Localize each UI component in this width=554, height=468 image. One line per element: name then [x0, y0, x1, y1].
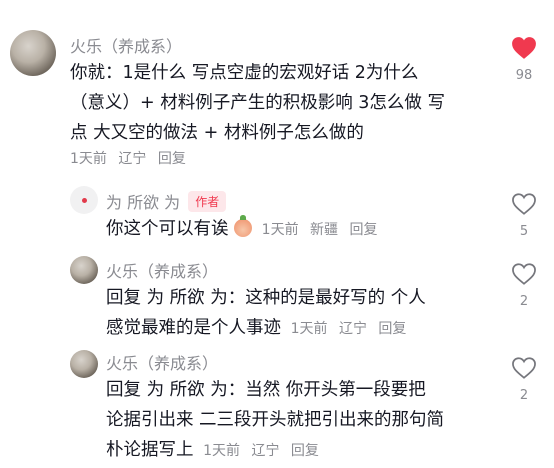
comment-line: （意义）+ 材料例子产生的积极影响 3怎么做 写 [70, 93, 445, 113]
avatar-dot [81, 197, 87, 203]
reply-time: 1天前 [261, 222, 299, 238]
like-control[interactable]: 98 [504, 36, 544, 83]
comment-meta: 1天前 辽宁 回复 [70, 148, 193, 168]
comment-text: 你就：1是什么 写点空虚的宏观好话 2为什么 （意义）+ 材料例子产生的积极影响… [70, 58, 500, 148]
reply-author[interactable]: 火乐（养成系） [106, 258, 218, 282]
reply-text: 回复 为 所欲 为：这种的是最好写的 个人 感觉最难的是个人事迹 1天前 辽宁 … [106, 283, 506, 344]
peach-emoji-icon [234, 215, 253, 237]
reply-line: 感觉最难的是个人事迹 1天前 辽宁 回复 [106, 313, 506, 344]
reply-button[interactable]: 回复 [378, 321, 406, 337]
heart-outline-icon[interactable] [511, 192, 537, 216]
avatar[interactable] [70, 186, 98, 214]
avatar[interactable] [10, 30, 56, 76]
comment-line: 你就：1是什么 写点空虚的宏观好话 2为什么 [70, 63, 419, 83]
like-control[interactable]: 5 [504, 192, 544, 239]
reply-author-name[interactable]: 为 所欲 为 [106, 193, 180, 212]
heart-outline-icon[interactable] [511, 356, 537, 380]
reply-button[interactable]: 回复 [349, 222, 377, 238]
reply-line: 你这个可以有诶 [106, 219, 229, 239]
author-badge: 作者 [188, 191, 227, 212]
reply-line: 论据引出来 二三段开头就把引出来的那句简 [106, 410, 445, 430]
comment-line: 点 大又空的做法 + 材料例子怎么做的 [70, 123, 364, 143]
reply-meta: 1天前 辽宁 回复 [203, 443, 326, 459]
reply-author[interactable]: 火乐（养成系） [106, 350, 218, 374]
reply-meta: 1天前 辽宁 回复 [291, 321, 414, 337]
reply-button[interactable]: 回复 [291, 443, 319, 459]
like-control[interactable]: 2 [504, 262, 544, 309]
like-count: 98 [515, 68, 533, 83]
like-control[interactable]: 2 [504, 356, 544, 403]
heart-filled-icon[interactable] [511, 36, 537, 60]
comment-time: 1天前 [70, 151, 107, 167]
reply-line: 回复 为 所欲 为：当然 你开头第一段要把 [106, 380, 426, 400]
reply-meta: 1天前 新疆 回复 [262, 222, 385, 238]
reply-time: 1天前 [290, 321, 328, 337]
like-count: 5 [519, 224, 529, 239]
reply-line: 回复 为 所欲 为：这种的是最好写的 个人 [106, 288, 426, 308]
comment-location: 辽宁 [118, 151, 147, 167]
reply-text: 你这个可以有诶 1天前 新疆 回复 [106, 214, 384, 245]
reply-button[interactable]: 回复 [158, 151, 186, 167]
reply-location: 辽宁 [251, 443, 280, 459]
reply-location: 新疆 [310, 222, 339, 238]
avatar[interactable] [70, 350, 98, 378]
like-count: 2 [519, 294, 529, 309]
reply-location: 辽宁 [338, 321, 367, 337]
avatar[interactable] [70, 256, 98, 284]
heart-outline-icon[interactable] [511, 262, 537, 286]
reply-text: 回复 为 所欲 为：当然 你开头第一段要把 论据引出来 二三段开头就把引出来的那… [106, 375, 506, 466]
reply-time: 1天前 [203, 443, 240, 459]
reply-line: 朴论据写上 1天前 辽宁 回复 [106, 435, 506, 466]
like-count: 2 [519, 388, 529, 403]
comment-author[interactable]: 火乐（养成系） [70, 33, 182, 57]
reply-author: 为 所欲 为作者 [106, 189, 227, 213]
